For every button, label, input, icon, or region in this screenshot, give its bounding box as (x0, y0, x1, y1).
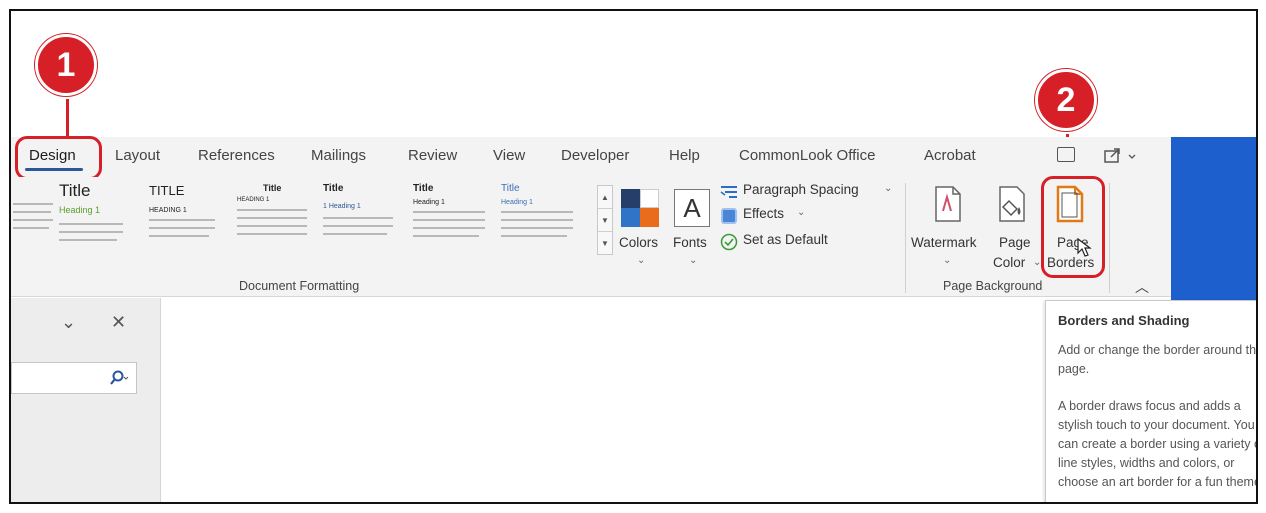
gallery-scroll-up-icon[interactable]: ▲ (598, 186, 612, 209)
tooltip-details: A border draws focus and adds a stylish … (1058, 399, 1258, 489)
paragraph-spacing-label: Paragraph Spacing (743, 182, 859, 197)
navigation-pane: ⌄ ✕ (11, 298, 161, 502)
tab-review[interactable]: Review (408, 147, 457, 164)
design-tab-highlight (15, 136, 102, 180)
style-thumb-5[interactable]: Title Heading 1 (413, 181, 493, 259)
colors-button[interactable]: Colors ⌄ (619, 183, 663, 273)
effects-label: Effects (743, 206, 785, 221)
colors-label: Colors (619, 235, 659, 250)
gallery-scroll-down-icon[interactable]: ▼ (598, 209, 612, 232)
paragraph-spacing-icon (720, 186, 737, 198)
gallery-more-icon[interactable]: ▼ (598, 232, 612, 255)
paragraph-spacing-dropdown-icon: ⌄ (884, 183, 893, 194)
step-badge-2: 2 (1035, 69, 1097, 131)
watermark-dropdown-icon: ⌄ (943, 255, 952, 266)
tab-view[interactable]: View (493, 147, 525, 164)
tab-layout[interactable]: Layout (115, 147, 160, 164)
tab-developer[interactable]: Developer (561, 147, 629, 164)
share-icon[interactable] (1103, 145, 1143, 167)
style-thumb-3[interactable]: Title HEADING 1 (237, 181, 317, 259)
effects-button[interactable]: Effects ⌄ (719, 205, 839, 227)
search-icon[interactable] (108, 369, 130, 387)
watermark-button[interactable]: Watermark ⌄ (911, 183, 985, 275)
style-thumb-1[interactable]: Title Heading 1 (59, 181, 139, 259)
ribbon-tab-row: Design Layout References Mailings Review… (11, 137, 1171, 177)
tab-references[interactable]: References (198, 147, 275, 164)
fonts-button[interactable]: A Fonts ⌄ (671, 183, 715, 273)
step-badge-1: 1 (35, 34, 97, 96)
style-set-gallery[interactable]: Title Heading 1 TITLE HEADING 1 Title HE… (11, 181, 595, 261)
comments-icon[interactable] (1057, 147, 1075, 162)
fonts-label: Fonts (673, 235, 707, 250)
style-thumb-6[interactable]: Title Heading 1 (501, 181, 581, 259)
style-thumb-2[interactable]: TITLE HEADING 1 (149, 181, 229, 259)
group-separator (1109, 183, 1110, 293)
page-color-icon (999, 186, 1025, 222)
set-as-default-button[interactable]: Set as Default (719, 231, 869, 253)
watermark-label: Watermark (911, 235, 977, 250)
paragraph-spacing-button[interactable]: Paragraph Spacing ⌄ (719, 181, 899, 203)
tooltip-title: Borders and Shading (1058, 313, 1190, 328)
fonts-dropdown-icon: ⌄ (689, 255, 698, 266)
tooltip-description: Add or change the border around the page… (1058, 343, 1258, 376)
page-color-label-line2: Color (993, 255, 1026, 270)
effects-icon (721, 208, 737, 224)
chevron-down-icon[interactable]: ⌄ (61, 312, 76, 333)
fonts-icon: A (674, 189, 710, 227)
page-color-button[interactable]: Page Color ⌄ (987, 183, 1041, 275)
ribbon-design: Title Heading 1 TITLE HEADING 1 Title HE… (11, 177, 1171, 297)
collapse-ribbon-icon[interactable]: ︿ (1135, 277, 1149, 297)
set-as-default-label: Set as Default (743, 232, 828, 247)
checkmark-circle-icon (720, 233, 738, 251)
document-formatting-group-label: Document Formatting (239, 279, 360, 293)
tab-commonlook-office[interactable]: CommonLook Office (739, 147, 875, 164)
colors-dropdown-icon: ⌄ (637, 255, 646, 266)
group-separator (905, 183, 906, 293)
page-borders-highlight (1041, 176, 1105, 278)
search-input[interactable] (11, 362, 137, 394)
effects-dropdown-icon: ⌄ (797, 207, 806, 218)
colors-swatch-icon (621, 189, 659, 227)
tab-acrobat[interactable]: Acrobat (924, 147, 976, 164)
watermark-icon (935, 186, 961, 222)
badge-1-connector (66, 99, 69, 139)
app-frame: 1 2 Design Layout References Mailings Re… (9, 9, 1258, 504)
borders-and-shading-tooltip: Borders and Shading Add or change the bo… (1045, 300, 1258, 502)
side-panel-header (1171, 137, 1256, 309)
page-background-group-label: Page Background (943, 279, 1043, 293)
style-thumb-4[interactable]: Title 1 Heading 1 (323, 181, 403, 259)
tab-help[interactable]: Help (669, 147, 700, 164)
page-color-label-line1: Page (999, 235, 1031, 250)
close-icon[interactable]: ✕ (111, 312, 126, 333)
gallery-scroll[interactable]: ▲ ▼ ▼ (597, 185, 613, 255)
tab-mailings[interactable]: Mailings (311, 147, 366, 164)
